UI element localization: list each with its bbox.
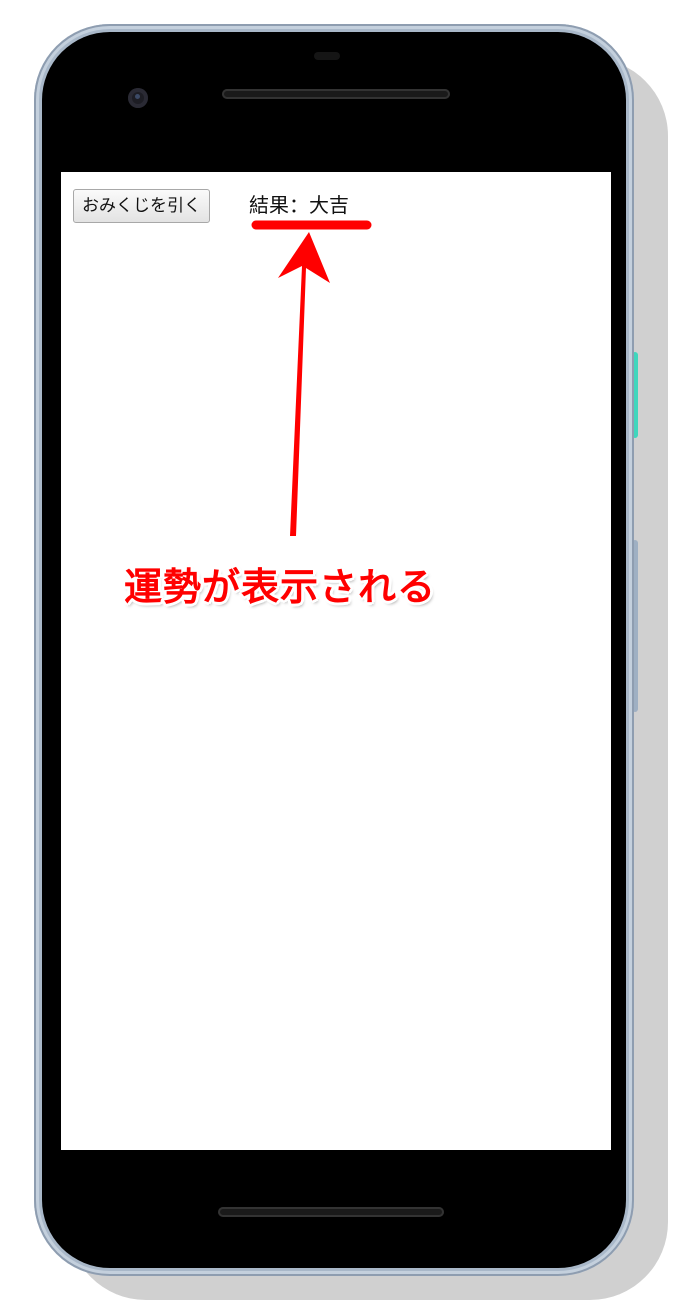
phone-screen: おみくじを引く 結果：大吉 [61, 172, 611, 1150]
earpiece-speaker [222, 89, 450, 99]
draw-omikuji-button[interactable]: おみくじを引く [73, 189, 210, 223]
stage: おみくじを引く 結果：大吉 運勢が表示される [0, 0, 690, 1306]
result-text: 結果：大吉 [249, 193, 349, 217]
annotation-label: 運勢が表示される [124, 565, 437, 609]
proximity-sensor [314, 52, 340, 60]
front-camera-icon [128, 88, 148, 108]
bottom-speaker [218, 1207, 444, 1217]
